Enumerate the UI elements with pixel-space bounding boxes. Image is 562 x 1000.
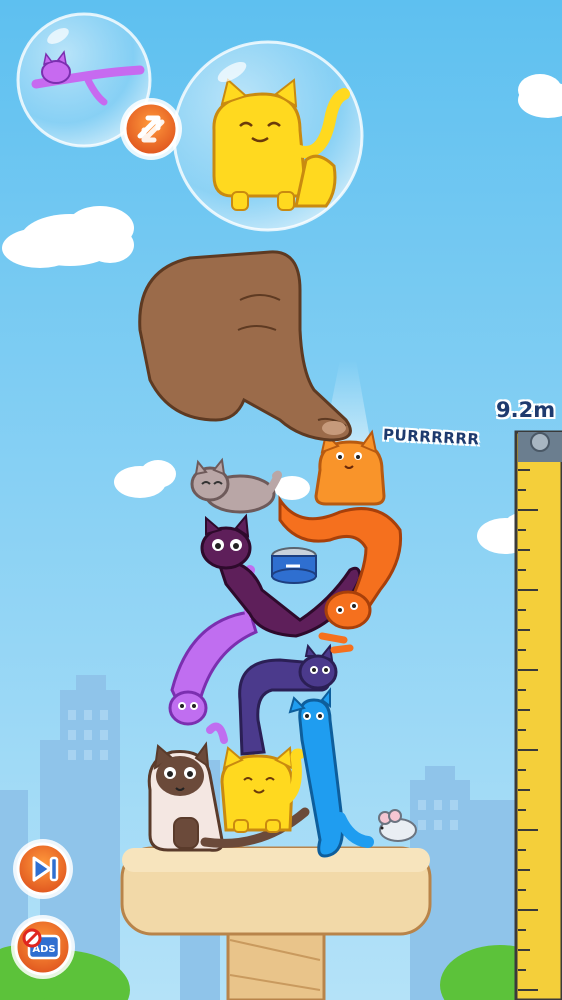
next-cat-bubble [172, 40, 364, 232]
height-ruler [514, 430, 562, 1000]
skip-next-icon [13, 839, 73, 899]
no-ads-icon: ADS [11, 915, 75, 979]
top-orange-cat [314, 429, 386, 506]
cat-food-can [271, 547, 317, 584]
tower-height-label: 9.2m [496, 398, 556, 422]
swap-button[interactable] [118, 96, 184, 162]
no-ads-button[interactable]: ADS [10, 914, 76, 980]
skip-button[interactable] [12, 838, 74, 900]
yellow-cat-bottom [220, 745, 305, 833]
game-scene[interactable] [0, 0, 562, 1000]
swap-arrows-icon [120, 98, 182, 160]
